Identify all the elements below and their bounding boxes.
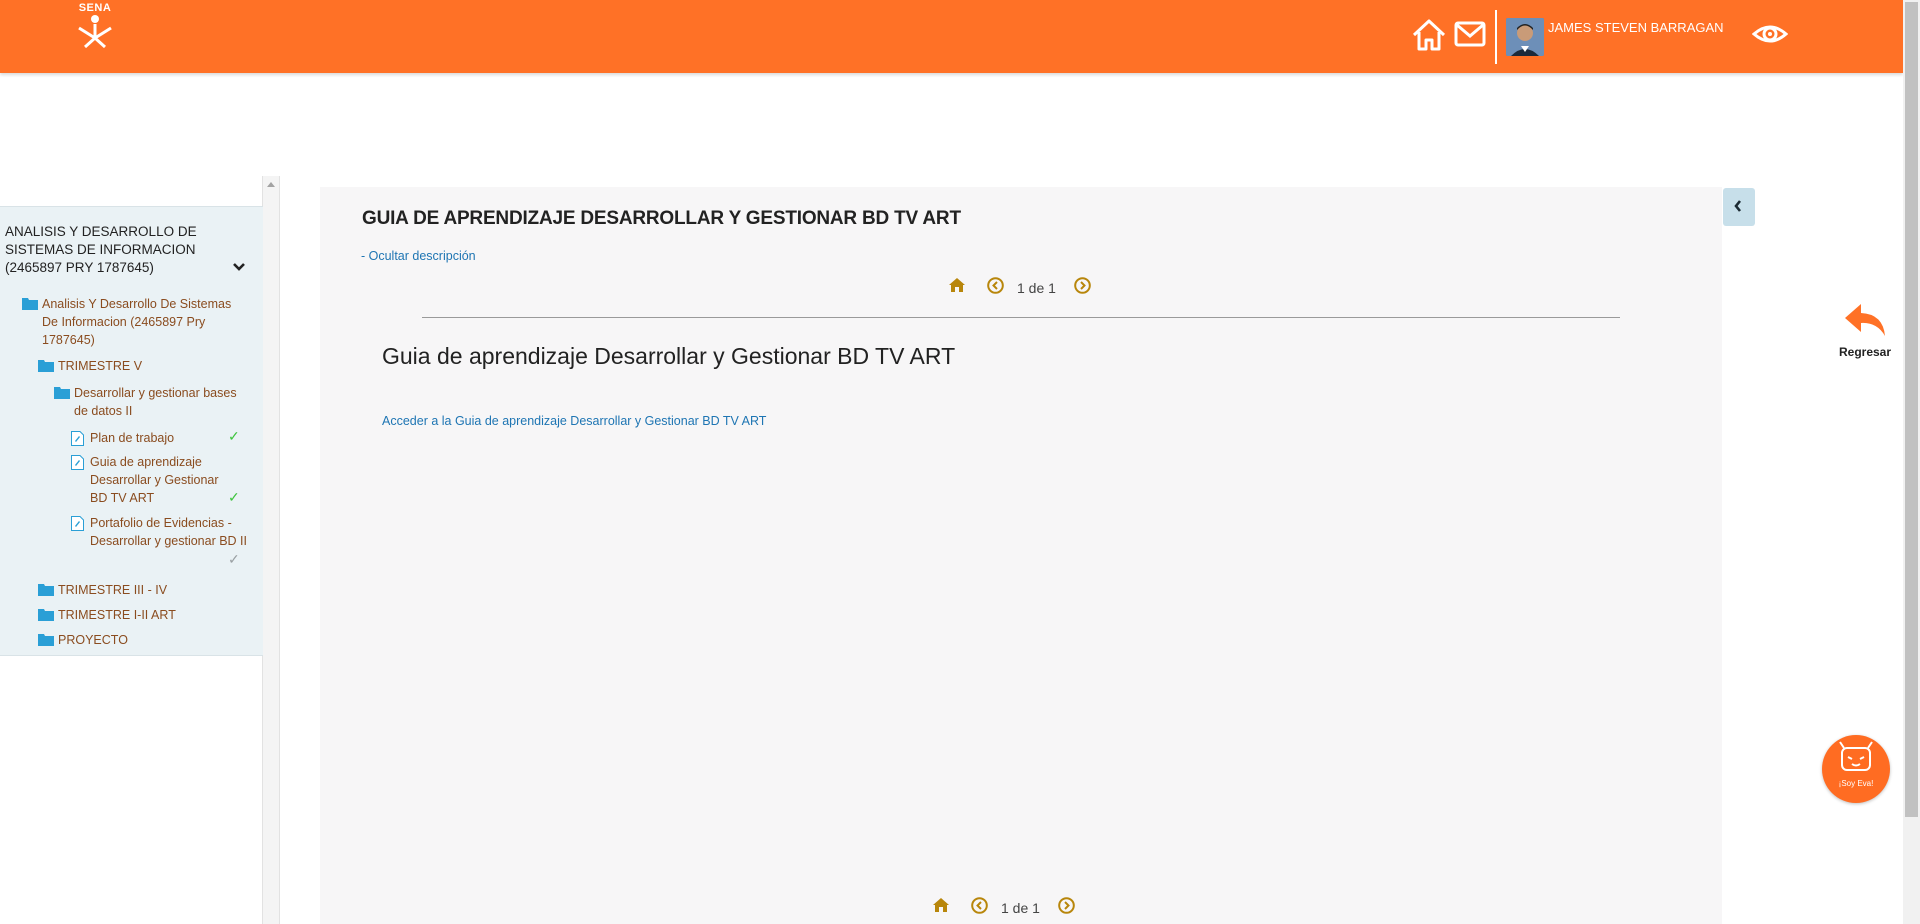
eva-assistant-button[interactable]: ¡Soy Eva! — [1822, 735, 1890, 803]
page-scrollbar[interactable] — [1903, 0, 1920, 924]
top-pager: 1 de 1 — [948, 277, 1108, 299]
eva-label: ¡Soy Eva! — [1838, 779, 1874, 788]
page-scrollbar-thumb[interactable] — [1905, 2, 1918, 817]
back-label: Regresar — [1838, 345, 1892, 359]
back-button[interactable]: Regresar — [1832, 300, 1898, 359]
tree-item-program[interactable]: Analisis Y Desarrollo De Sistemas De Inf… — [22, 295, 247, 349]
chevron-left-icon — [1733, 199, 1743, 218]
tree-item-label: PROYECTO — [58, 633, 128, 647]
tree-item-proyecto[interactable]: PROYECTO — [38, 631, 238, 649]
scroll-up-arrow-icon[interactable] — [267, 182, 275, 187]
course-sidebar: ANALISIS Y DESARROLLO DE SISTEMAS DE INF… — [0, 176, 263, 924]
pager-text: 1 de 1 — [1001, 900, 1040, 916]
avatar[interactable] — [1506, 18, 1544, 56]
tree-item-label: Plan de trabajo — [90, 431, 175, 445]
logo-figure-icon — [78, 15, 112, 48]
reply-arrow-icon — [1845, 304, 1885, 336]
page-title: GUIA DE APRENDIZAJE DESARROLLAR Y GESTIO… — [362, 208, 961, 229]
document-icon — [71, 516, 84, 531]
sena-logo[interactable]: SENA — [70, 2, 120, 50]
tree-item-bases-datos[interactable]: Desarrollar y gestionar bases de datos I… — [54, 384, 249, 420]
robot-face-icon — [1839, 741, 1873, 771]
pager-text: 1 de 1 — [1017, 280, 1056, 296]
folder-icon — [22, 298, 38, 310]
tree-item-trimestre-v[interactable]: TRIMESTRE V — [38, 357, 238, 375]
sidebar-scrollbar[interactable] — [263, 176, 280, 924]
content-panel: GUIA DE APRENDIZAJE DESARROLLAR Y GESTIO… — [320, 187, 1722, 924]
tree-item-label: TRIMESTRE I-II ART — [58, 608, 176, 622]
collapse-panel-button[interactable] — [1723, 188, 1755, 226]
tree-item-label: Portafolio de Evidencias - Desarrollar y… — [90, 516, 248, 548]
folder-icon — [38, 609, 54, 621]
document-icon — [71, 431, 84, 446]
tree-item-label: Guia de aprendizaje Desarrollar y Gestio… — [90, 455, 219, 505]
folder-icon — [54, 387, 70, 399]
mail-icon[interactable] — [1454, 20, 1486, 53]
pager-home-icon[interactable] — [932, 897, 950, 918]
pager-next-icon[interactable] — [1058, 897, 1075, 919]
top-bar: SENA JAMES STEVEN BARRAGAN — [0, 0, 1903, 73]
tree-item-label: TRIMESTRE V — [58, 359, 143, 373]
completed-check-icon: ✓ — [228, 489, 240, 505]
tree-item-guia-aprendizaje[interactable]: Guia de aprendizaje Desarrollar y Gestio… — [71, 453, 231, 507]
user-name[interactable]: JAMES STEVEN BARRAGAN — [1548, 20, 1724, 35]
tree-item-label: Desarrollar y gestionar bases de datos I… — [74, 386, 237, 418]
folder-icon — [38, 584, 54, 596]
chevron-down-icon[interactable] — [232, 259, 246, 277]
tree-item-label: Analisis Y Desarrollo De Sistemas De Inf… — [42, 297, 232, 347]
content-divider — [422, 317, 1620, 318]
bottom-pager: 1 de 1 — [932, 897, 1092, 919]
logo-text: SENA — [78, 2, 112, 14]
tree-item-plan-trabajo[interactable]: Plan de trabajo — [71, 429, 231, 447]
pager-prev-icon[interactable] — [987, 277, 1004, 299]
header-divider — [1495, 10, 1497, 64]
home-icon[interactable] — [1411, 18, 1447, 57]
course-tree: ANALISIS Y DESARROLLO DE SISTEMAS DE INF… — [0, 206, 263, 656]
pager-prev-icon[interactable] — [971, 897, 988, 919]
tree-item-label: TRIMESTRE III - IV — [58, 583, 168, 597]
tree-item-trimestre-i-ii[interactable]: TRIMESTRE I-II ART — [38, 606, 238, 624]
access-guide-link[interactable]: Acceder a la Guia de aprendizaje Desarro… — [382, 414, 766, 428]
document-icon — [71, 455, 84, 470]
tree-item-trimestre-iii-iv[interactable]: TRIMESTRE III - IV — [38, 581, 238, 599]
tree-item-portafolio[interactable]: Portafolio de Evidencias - Desarrollar y… — [71, 514, 247, 550]
folder-icon — [38, 634, 54, 646]
course-title[interactable]: ANALISIS Y DESARROLLO DE SISTEMAS DE INF… — [5, 223, 215, 277]
pending-check-icon: ✓ — [228, 551, 240, 567]
folder-icon — [38, 360, 54, 372]
content-title: Guia de aprendizaje Desarrollar y Gestio… — [382, 343, 956, 369]
eye-icon[interactable] — [1751, 18, 1789, 55]
pager-next-icon[interactable] — [1074, 277, 1091, 299]
pager-home-icon[interactable] — [948, 277, 966, 298]
hide-description-link[interactable]: - Ocultar descripción — [361, 249, 476, 263]
completed-check-icon: ✓ — [228, 428, 240, 444]
